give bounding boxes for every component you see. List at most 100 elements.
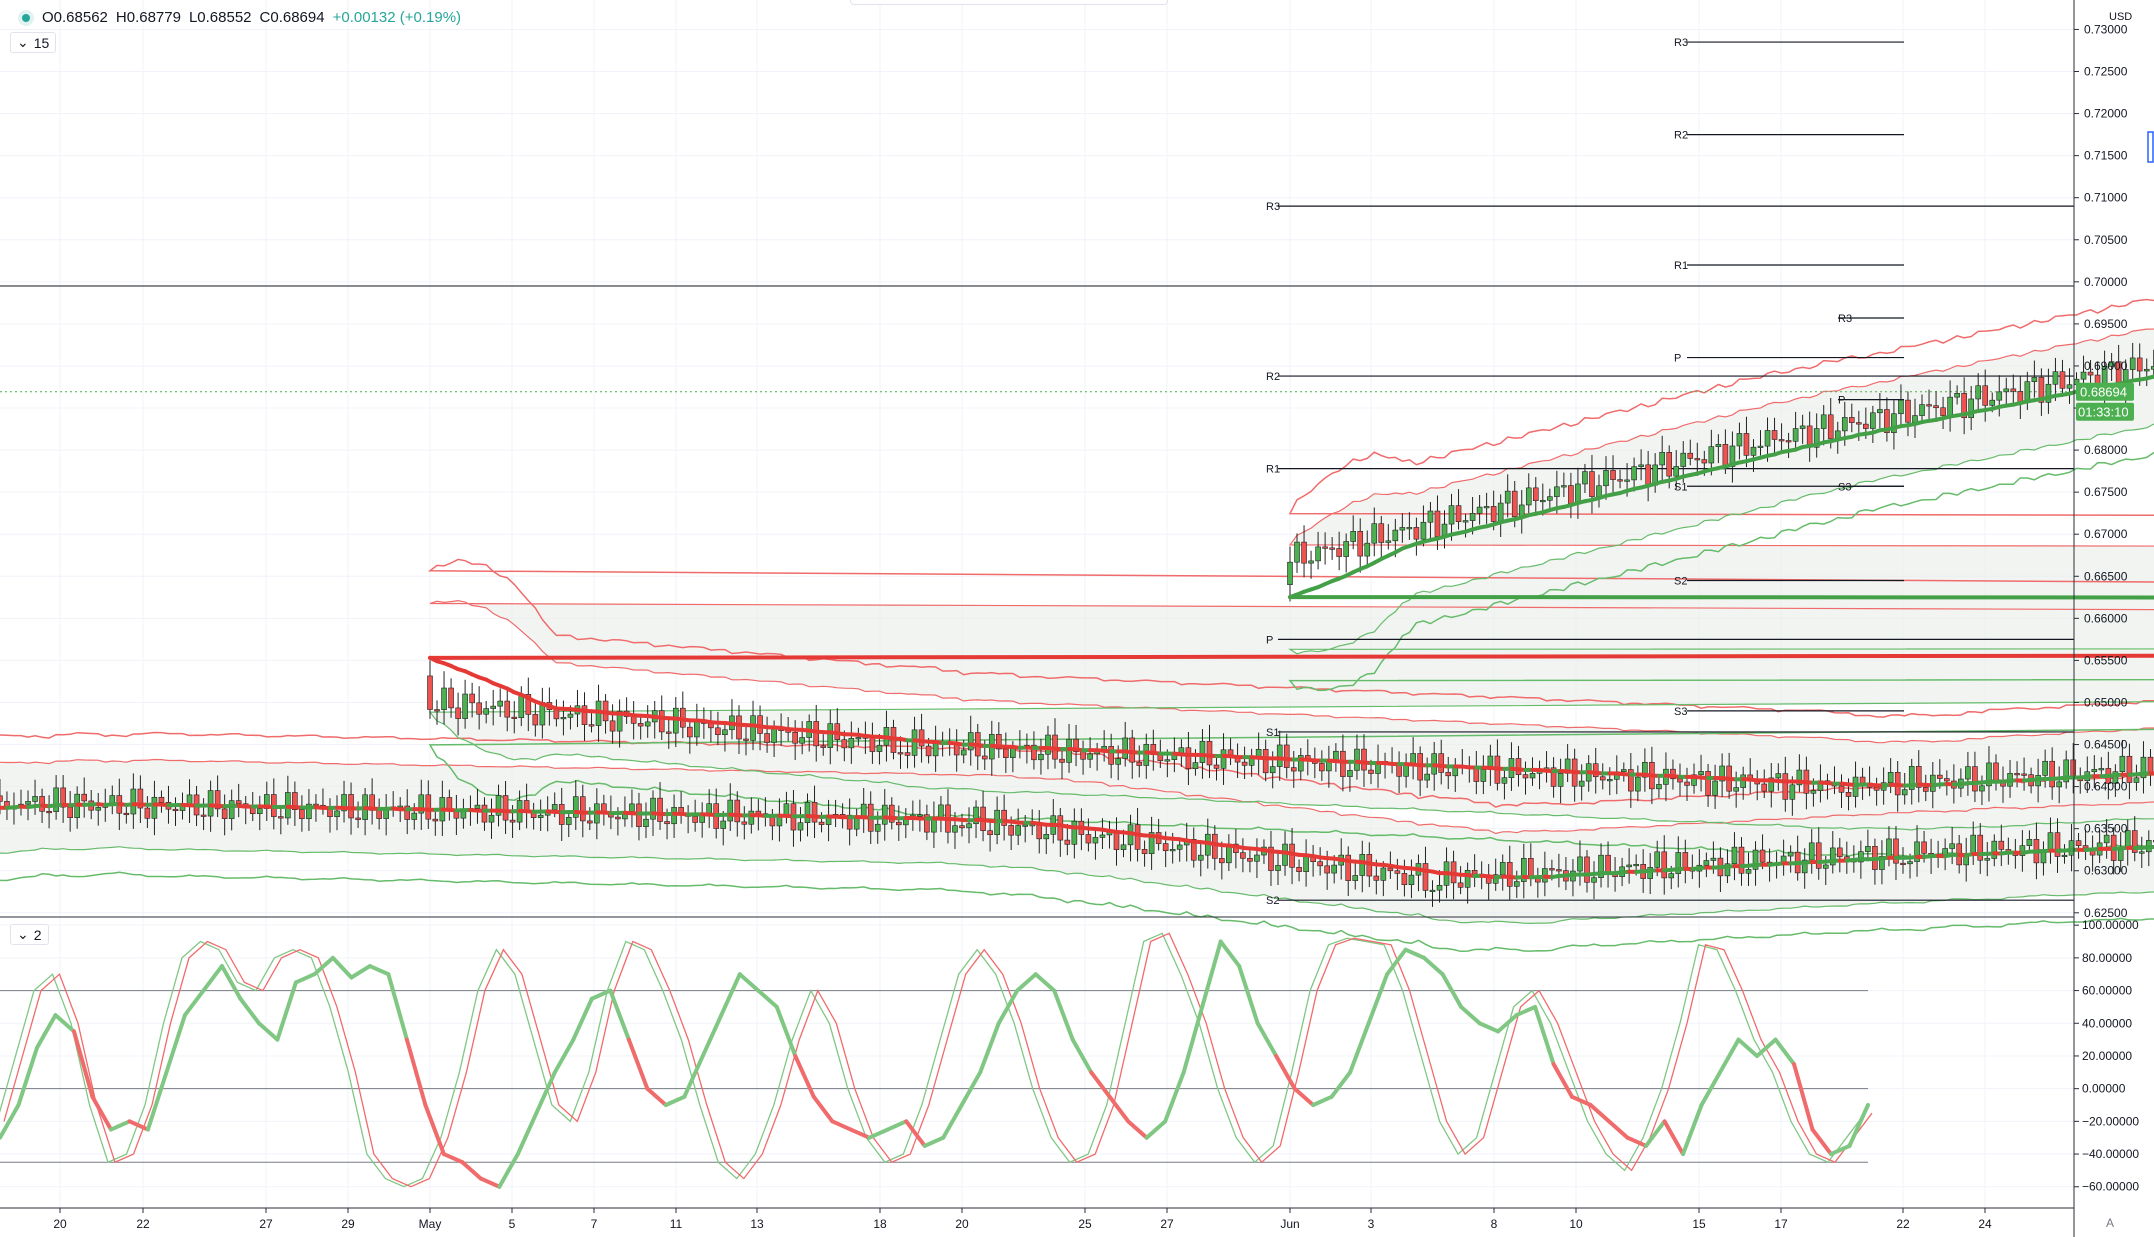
candle-up	[1499, 862, 1506, 875]
candle-down	[81, 793, 88, 802]
candle-down	[658, 710, 665, 733]
candle-down	[1134, 824, 1141, 850]
candle-up	[490, 705, 497, 709]
pivot-label-s3: S3	[1674, 706, 1687, 718]
candle-down	[736, 715, 742, 740]
candle-down	[476, 702, 482, 715]
candle-down	[925, 745, 932, 757]
pivot-label-r1: R1	[1266, 464, 1280, 476]
candle-up	[860, 803, 867, 817]
candle-up	[483, 708, 489, 715]
candle-down	[299, 809, 305, 820]
candle-up	[1745, 869, 1752, 874]
candle-up	[771, 728, 777, 743]
candle-up	[1045, 734, 1051, 755]
candle-up	[1354, 748, 1360, 771]
candle-down	[1506, 862, 1513, 887]
candle-down	[588, 724, 595, 727]
candle-up	[1352, 875, 1359, 881]
candle-up	[1965, 766, 1971, 780]
pivot-label-r2: R2	[1266, 371, 1280, 383]
candle-up	[1654, 851, 1661, 868]
candle-down	[764, 733, 770, 743]
candle-down	[1296, 867, 1302, 872]
candle-down	[469, 693, 475, 704]
candle-up	[1408, 874, 1415, 886]
candle-down	[615, 816, 621, 820]
candle-down	[1373, 875, 1380, 881]
candle-down	[1599, 776, 1606, 781]
candle-down	[2049, 760, 2055, 788]
candle-up	[462, 693, 468, 719]
candle-down	[1059, 758, 1065, 763]
candle-up	[1331, 864, 1337, 874]
candle-down	[1340, 750, 1346, 777]
candle-up	[1359, 854, 1366, 876]
candle-down	[1262, 749, 1269, 774]
candle-down	[1921, 841, 1927, 854]
candle-up	[53, 787, 59, 812]
candle-up	[1633, 864, 1639, 867]
candle-down	[1241, 761, 1248, 766]
candle-down	[1937, 774, 1943, 779]
candle-up	[748, 810, 755, 825]
candle-up	[497, 700, 504, 707]
candle-up	[1087, 753, 1093, 760]
candle-up	[1220, 749, 1227, 769]
candle-up	[967, 732, 974, 751]
candle-up	[441, 687, 447, 711]
candle-up	[1513, 881, 1520, 887]
candle-down	[1661, 851, 1668, 879]
candle-up	[1822, 864, 1829, 869]
candle-up	[1169, 849, 1176, 852]
candle-up	[1326, 761, 1332, 772]
candle-up	[1740, 774, 1746, 788]
candle-down	[0, 795, 3, 802]
candle-up	[1810, 790, 1817, 794]
candle-down	[1605, 854, 1611, 874]
candle-up	[1480, 769, 1487, 782]
candle-up	[1071, 820, 1078, 845]
candle-up	[629, 803, 635, 812]
candle-down	[1290, 767, 1297, 772]
candle-up	[1991, 840, 1998, 859]
candle-down	[1361, 748, 1367, 771]
candle-up	[643, 818, 649, 827]
candle-down	[743, 738, 749, 741]
candle-down	[581, 705, 588, 725]
candle-down	[221, 808, 228, 819]
candle-down	[1422, 863, 1429, 891]
candle-up	[1143, 744, 1150, 766]
candle-up	[2056, 781, 2062, 788]
candle-down	[2147, 756, 2154, 773]
candle-up	[848, 738, 855, 749]
candle-up	[537, 814, 544, 818]
candle-up	[25, 801, 31, 805]
candle-up	[1429, 889, 1436, 892]
candle-up	[966, 823, 972, 829]
candle-up	[1501, 777, 1508, 784]
candle-down	[425, 794, 432, 820]
candle-up	[2091, 769, 2098, 773]
candle-down	[1064, 839, 1071, 845]
candle-down	[1972, 766, 1978, 792]
candle-down	[1085, 834, 1092, 844]
candle-down	[1317, 861, 1323, 867]
candle-up	[2026, 839, 2033, 846]
candle-up	[228, 800, 235, 819]
candle-up	[1197, 854, 1204, 861]
pivot-label-s2: S2	[1266, 895, 1279, 907]
candle-down	[46, 810, 52, 814]
candle-up	[1043, 834, 1050, 840]
candle-up	[1010, 747, 1016, 758]
candle-down	[1219, 858, 1225, 864]
pivot-label-s2: S2	[1674, 575, 1687, 587]
candle-down	[1977, 834, 1984, 861]
candle-down	[1445, 772, 1452, 777]
candle-down	[144, 807, 151, 819]
candle-down	[1080, 751, 1086, 760]
candle-down	[1584, 856, 1590, 883]
candle-up	[938, 804, 944, 819]
candle-down	[1836, 847, 1843, 858]
candle-down	[553, 709, 560, 720]
